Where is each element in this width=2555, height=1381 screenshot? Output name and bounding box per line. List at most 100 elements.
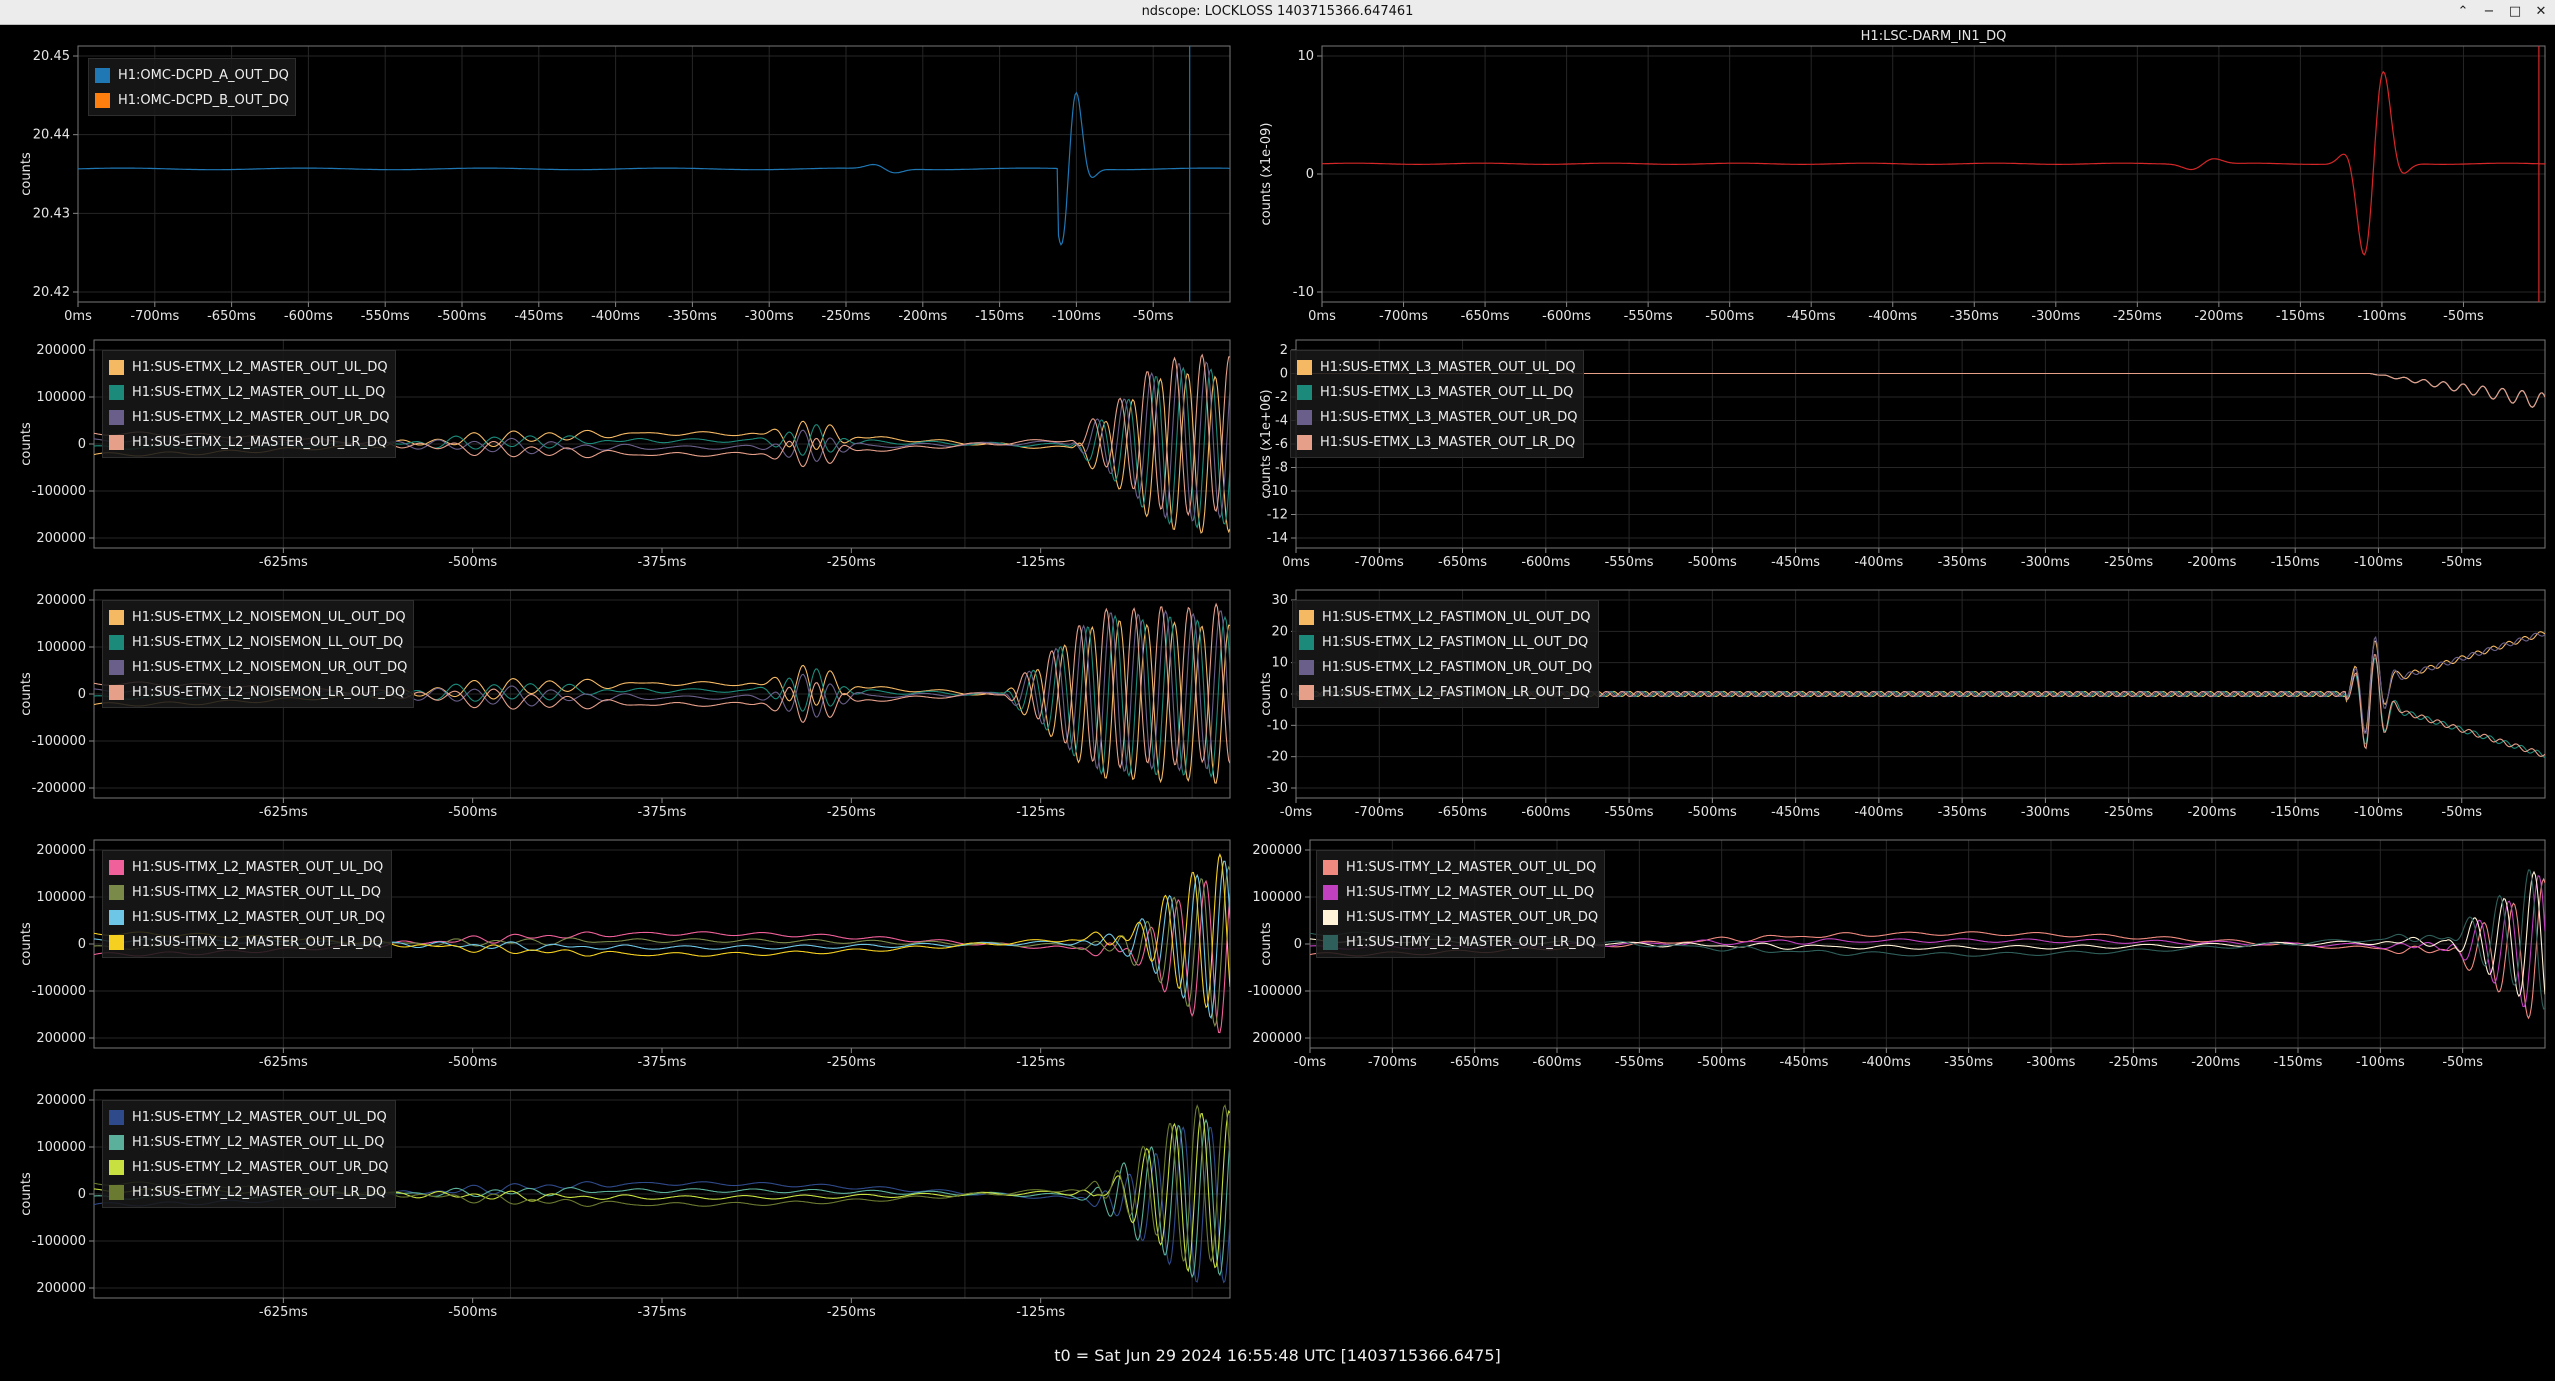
legend-item[interactable]: H1:SUS-ITMX_L2_MASTER_OUT_UR_DQ [109,905,385,930]
x-tick-label: -100ms [1052,309,1101,324]
legend-item[interactable]: H1:SUS-ETMX_L3_MASTER_OUT_UL_DQ [1297,355,1577,380]
x-tick-label: -50ms [2443,309,2484,324]
legend-item[interactable]: H1:SUS-ETMX_L2_NOISEMON_LR_OUT_DQ [109,680,407,705]
legend-item[interactable]: H1:SUS-ETMY_L2_MASTER_OUT_LL_DQ [109,1130,389,1155]
window-maximize-button[interactable]: □ [2505,2,2525,22]
x-tick-label: -500ms [448,1055,497,1070]
legend-item[interactable]: H1:SUS-ITMY_L2_MASTER_OUT_LR_DQ [1323,930,1598,955]
plot-legend[interactable]: H1:SUS-ETMX_L2_FASTIMON_UL_OUT_DQ H1:SUS-… [1292,600,1600,708]
legend-swatch [109,1135,124,1150]
plot-legend[interactable]: H1:SUS-ETMX_L2_MASTER_OUT_UL_DQ H1:SUS-ET… [102,350,397,458]
legend-item[interactable]: H1:SUS-ITMX_L2_MASTER_OUT_LL_DQ [109,880,385,905]
plot-etmx-l2-master[interactable]: 200000 100000 0 -100000 200000 -625ms -500ms -3… [0,332,1240,582]
legend-item[interactable]: H1:OMC-DCPD_A_OUT_DQ [95,63,289,88]
window-close-button[interactable]: ✕ [2531,2,2551,22]
y-tick-label: 200000 [1252,843,1302,858]
y-axis-label: counts (x1e+06) [1259,389,1274,498]
plot-legend[interactable]: H1:SUS-ITMX_L2_MASTER_OUT_UL_DQ H1:SUS-IT… [102,850,393,958]
x-tick-label: -500ms [438,309,487,324]
legend-label: H1:SUS-ITMX_L2_MASTER_OUT_LL_DQ [132,885,382,900]
x-tick-label: -450ms [514,309,563,324]
legend-item[interactable]: H1:SUS-ETMX_L2_MASTER_OUT_UR_DQ [109,405,389,430]
legend-item[interactable]: H1:SUS-ETMX_L2_MASTER_OUT_LL_DQ [109,380,389,405]
y-tick-label: -6 [1275,437,1288,452]
legend-label: H1:SUS-ITMY_L2_MASTER_OUT_LL_DQ [1346,885,1595,900]
legend-item[interactable]: H1:SUS-ETMX_L2_FASTIMON_LR_OUT_DQ [1299,680,1592,705]
legend-swatch [1297,435,1312,450]
legend-label: H1:SUS-ITMY_L2_MASTER_OUT_UL_DQ [1346,860,1597,875]
window-shade-button[interactable]: ⌃ [2453,2,2473,22]
legend-item[interactable]: H1:SUS-ETMX_L2_MASTER_OUT_LR_DQ [109,430,389,455]
x-tick-label: -500ms [1697,1055,1746,1070]
plot-legend[interactable]: H1:SUS-ITMY_L2_MASTER_OUT_UL_DQ H1:SUS-IT… [1316,850,1606,958]
legend-label: H1:SUS-ETMX_L2_MASTER_OUT_LL_DQ [132,385,386,400]
y-tick-label: 20 [1271,624,1288,639]
plot-canvas[interactable]: 100-100ms -700ms -650ms -600ms -550ms -500ms -… [1240,26,2555,332]
y-tick-label: -100000 [32,484,86,499]
plot-etmx-l2-noisemon[interactable]: 200000 100000 0 -100000 -200000 -625ms -500ms -… [0,582,1240,832]
legend-label: H1:SUS-ETMX_L2_MASTER_OUT_LR_DQ [132,435,388,450]
y-tick-label: 100000 [36,640,86,655]
y-tick-label: -4 [1275,414,1288,429]
x-tick-label: -250ms [2104,805,2153,820]
plot-legend[interactable]: H1:SUS-ETMX_L2_NOISEMON_UL_OUT_DQ H1:SUS-… [102,600,415,708]
x-tick-label: -200ms [2187,805,2236,820]
legend-item[interactable]: H1:SUS-ETMY_L2_MASTER_OUT_UR_DQ [109,1155,389,1180]
x-tick-label: -350ms [1938,555,1987,570]
legend-item[interactable]: H1:SUS-ITMX_L2_MASTER_OUT_LR_DQ [109,930,385,955]
legend-item[interactable]: H1:SUS-ETMY_L2_MASTER_OUT_LR_DQ [109,1180,389,1205]
legend-item[interactable]: H1:SUS-ITMY_L2_MASTER_OUT_UR_DQ [1323,905,1598,930]
x-tick-label: -0ms [1294,1055,1327,1070]
legend-item[interactable]: H1:SUS-ETMX_L2_NOISEMON_LL_OUT_DQ [109,630,407,655]
plot-omc-dcpd[interactable]: 20.45 20.44 20.43 20.42 0ms -700ms -650ms -600m… [0,26,1240,332]
y-tick-label: -100000 [32,984,86,999]
legend-item[interactable]: H1:SUS-ETMX_L2_NOISEMON_UL_OUT_DQ [109,605,407,630]
legend-label: H1:SUS-ITMY_L2_MASTER_OUT_LR_DQ [1346,935,1596,950]
legend-item[interactable]: H1:SUS-ETMX_L2_FASTIMON_LL_OUT_DQ [1299,630,1592,655]
legend-swatch [109,935,124,950]
legend-swatch [109,1185,124,1200]
legend-swatch [1323,910,1338,925]
x-tick-label: -450ms [1780,1055,1829,1070]
legend-swatch [1299,610,1314,625]
y-tick-label: 100000 [36,390,86,405]
legend-item[interactable]: H1:SUS-ETMX_L3_MASTER_OUT_LL_DQ [1297,380,1577,405]
legend-item[interactable]: H1:SUS-ETMX_L2_FASTIMON_UL_OUT_DQ [1299,605,1592,630]
plot-etmx-l2-fastimon[interactable]: 30 20 10 0 -10 -20 -30 -0ms -700ms -650ms -600ms -5… [1240,582,2555,832]
legend-item[interactable]: H1:SUS-ETMX_L2_NOISEMON_UR_OUT_DQ [109,655,407,680]
plot-legend[interactable]: H1:SUS-ETMX_L3_MASTER_OUT_UL_DQ H1:SUS-ET… [1290,350,1585,458]
x-tick-label: -150ms [975,309,1024,324]
legend-item[interactable]: H1:SUS-ITMY_L2_MASTER_OUT_LL_DQ [1323,880,1598,905]
x-tick-label: -550ms [1605,805,1654,820]
legend-item[interactable]: H1:SUS-ITMX_L2_MASTER_OUT_UL_DQ [109,855,385,880]
plot-legend[interactable]: H1:SUS-ETMY_L2_MASTER_OUT_UL_DQ H1:SUS-ET… [102,1100,396,1208]
plot-itmy-l2-master[interactable]: 200000 100000 0 -100000 200000 -0ms -700ms -650… [1240,832,2555,1082]
legend-label: H1:SUS-ETMX_L2_FASTIMON_LL_OUT_DQ [1322,635,1589,650]
y-tick-label: -30 [1267,781,1288,796]
legend-item[interactable]: H1:OMC-DCPD_B_OUT_DQ [95,88,289,113]
x-tick-label: -50ms [1133,309,1174,324]
plot-etmy-l2-master[interactable]: 200000 100000 0 -100000 200000 -625ms -500ms -3… [0,1082,1240,1332]
legend-item[interactable]: H1:SUS-ETMX_L3_MASTER_OUT_UR_DQ [1297,405,1577,430]
x-tick-label: -400ms [1854,805,1903,820]
legend-swatch [109,660,124,675]
plot-etmx-l3-master[interactable]: 2 0 -2 -4 -6 -8 -10 -12 -14 0ms -700ms -650ms -600ms… [1240,332,2555,582]
y-tick-label: 200000 [1252,1031,1302,1046]
x-tick-label: -100ms [2354,805,2403,820]
legend-item[interactable]: H1:SUS-ETMX_L2_MASTER_OUT_UL_DQ [109,355,389,380]
x-tick-label: -700ms [1379,309,1428,324]
x-tick-label: -650ms [1438,555,1487,570]
legend-item[interactable]: H1:SUS-ETMX_L3_MASTER_OUT_LR_DQ [1297,430,1577,455]
legend-swatch [1299,660,1314,675]
plot-legend[interactable]: H1:OMC-DCPD_A_OUT_DQ H1:OMC-DCPD_B_OUT_DQ [88,58,296,116]
y-tick-label: 200000 [36,531,86,546]
plot-lsc-darm[interactable]: 10 0 -10 0ms -700ms -650ms -600ms -550ms -500ms -… [1240,26,2555,332]
window-minimize-button[interactable]: − [2479,2,2499,22]
x-tick-label: 0ms [1282,555,1310,570]
legend-item[interactable]: H1:SUS-ITMY_L2_MASTER_OUT_UL_DQ [1323,855,1598,880]
legend-item[interactable]: H1:SUS-ETMY_L2_MASTER_OUT_UL_DQ [109,1105,389,1130]
plot-itmx-l2-master[interactable]: 200000 100000 0 -100000 200000 -625ms -500ms -3… [0,832,1240,1082]
legend-item[interactable]: H1:SUS-ETMX_L2_FASTIMON_UR_OUT_DQ [1299,655,1592,680]
x-tick-label: -125ms [1016,1305,1065,1320]
x-tick-label: -500ms [448,555,497,570]
